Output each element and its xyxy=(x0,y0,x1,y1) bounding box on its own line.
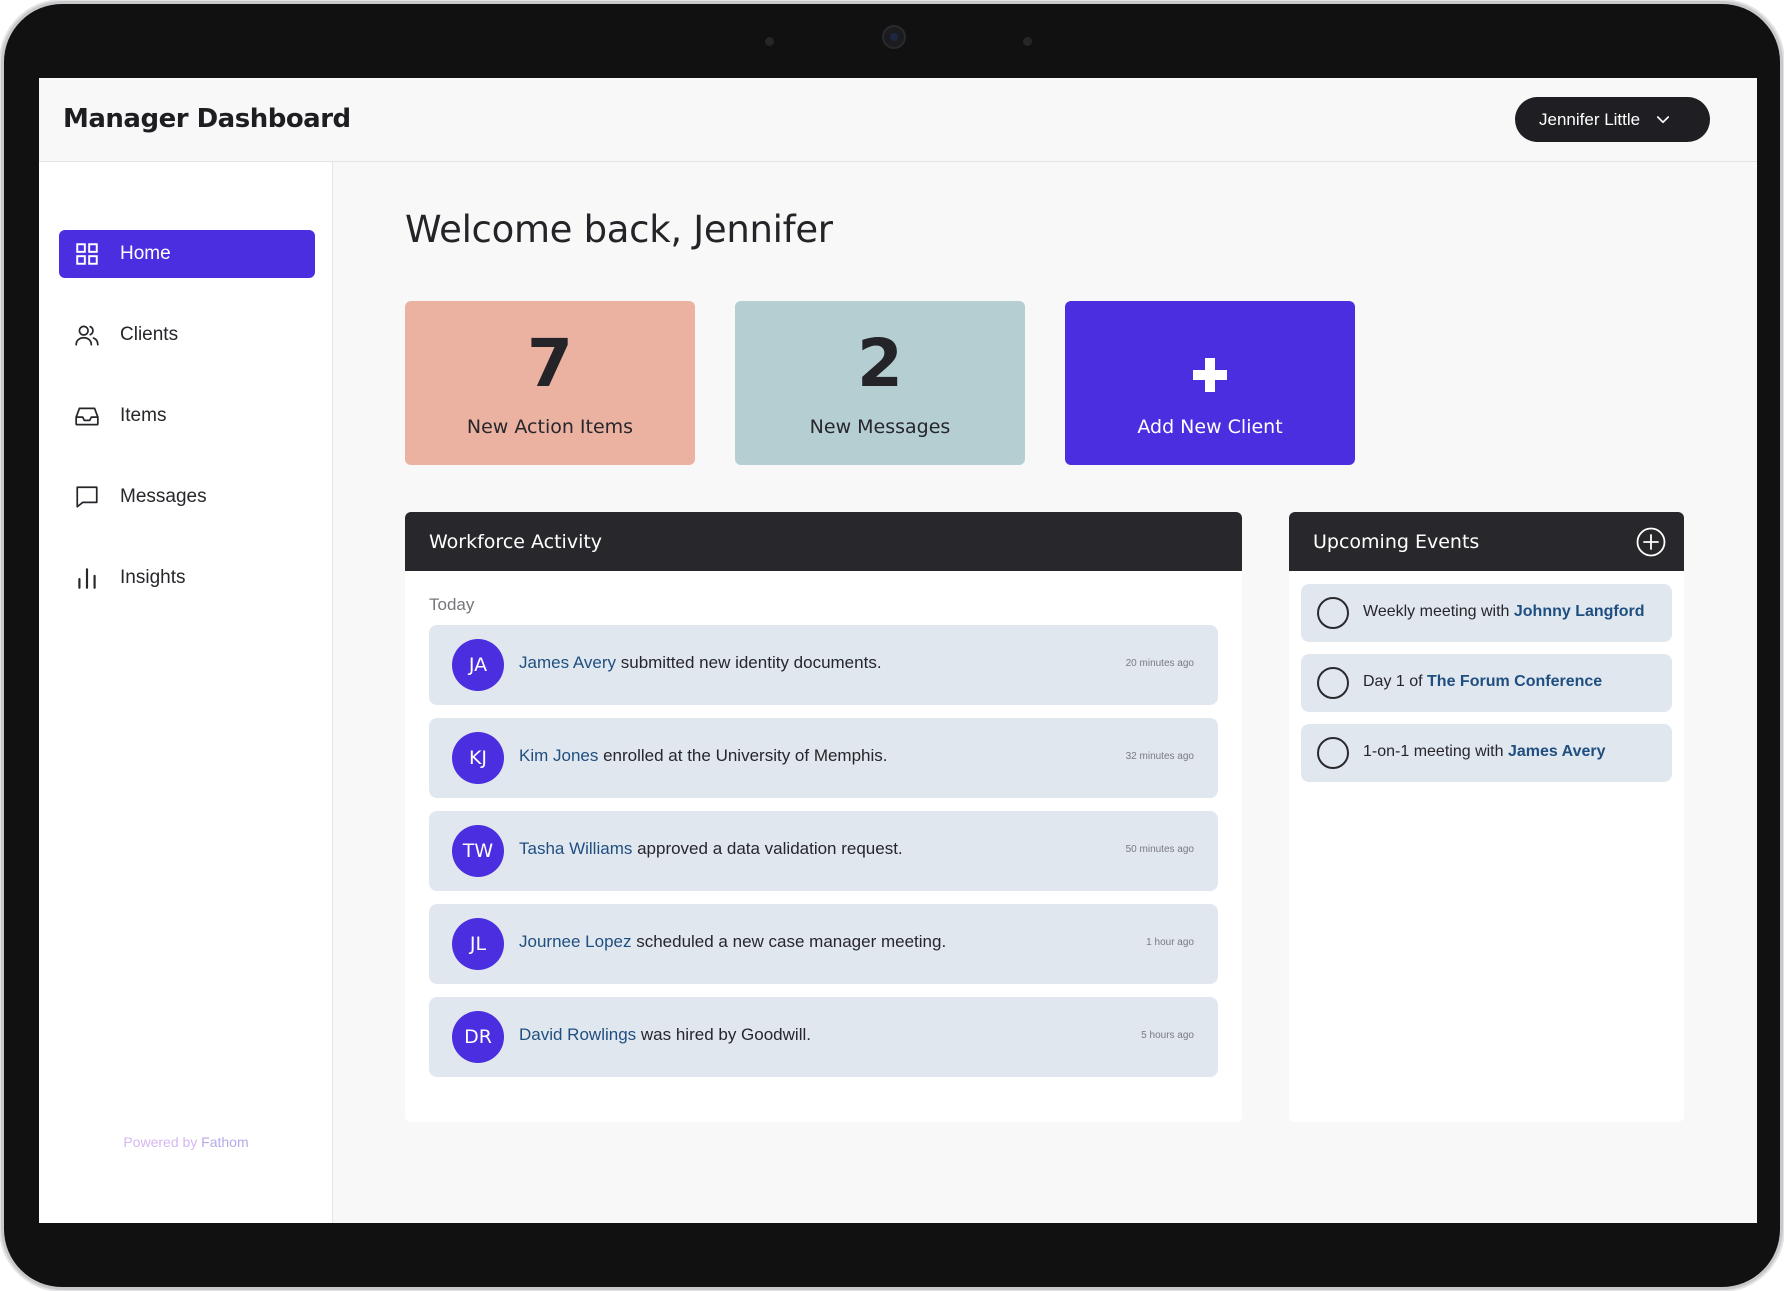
activity-description: submitted new identity documents. xyxy=(616,653,882,672)
activity-description: enrolled at the University of Memphis. xyxy=(598,746,888,765)
activity-text: David Rowlings was hired by Goodwill. xyxy=(519,1025,811,1045)
users-icon xyxy=(75,325,99,346)
activity-text: Kim Jones enrolled at the University of … xyxy=(519,746,888,766)
page-title: Welcome back, Jennifer xyxy=(405,208,833,251)
avatar: DR xyxy=(452,1011,504,1063)
grid-icon xyxy=(76,243,98,265)
user-menu-button[interactable]: Jennifer Little xyxy=(1515,97,1710,142)
tablet-frame: Manager Dashboard Jennifer Little Home C… xyxy=(4,4,1780,1287)
avatar: JA xyxy=(452,639,504,691)
event-prefix: Weekly meeting with xyxy=(1363,603,1514,620)
powered-prefix: Powered by xyxy=(123,1134,198,1150)
activity-description: approved a data validation request. xyxy=(632,839,903,858)
bar-chart-icon xyxy=(78,568,96,589)
event-item[interactable]: Day 1 of The Forum Conference xyxy=(1301,654,1672,712)
sidebar-item-label: Home xyxy=(120,243,171,264)
activity-text: James Avery submitted new identity docum… xyxy=(519,653,882,673)
sidebar-item-home[interactable]: Home xyxy=(59,230,315,278)
event-text: 1-on-1 meeting with James Avery xyxy=(1363,743,1606,761)
event-checkbox[interactable] xyxy=(1317,737,1349,769)
message-icon xyxy=(76,486,98,508)
avatar: KJ xyxy=(452,732,504,784)
event-checkbox[interactable] xyxy=(1317,667,1349,699)
sidebar-item-label: Items xyxy=(120,405,167,426)
user-name: Jennifer Little xyxy=(1539,109,1641,129)
activity-time: 1 hour ago xyxy=(1146,937,1194,948)
activity-time: 50 minutes ago xyxy=(1125,844,1194,855)
event-item[interactable]: Weekly meeting with Johnny Langford xyxy=(1301,584,1672,642)
event-highlight[interactable]: The Forum Conference xyxy=(1427,673,1602,690)
activity-time: 32 minutes ago xyxy=(1125,751,1194,762)
app-title: Manager Dashboard xyxy=(63,104,351,134)
inbox-icon xyxy=(75,407,99,426)
person-link[interactable]: Tasha Williams xyxy=(519,839,632,858)
event-item[interactable]: 1-on-1 meeting with James Avery xyxy=(1301,724,1672,782)
screen: Manager Dashboard Jennifer Little Home C… xyxy=(39,78,1757,1223)
plus-icon xyxy=(1065,345,1355,405)
activity-row[interactable]: DR David Rowlings was hired by Goodwill.… xyxy=(429,997,1218,1077)
sidebar: Home Clients Items Messages Insights Pow… xyxy=(39,162,333,1223)
panel-title: Upcoming Events xyxy=(1313,530,1480,553)
sidebar-item-clients[interactable]: Clients xyxy=(59,311,315,359)
sidebar-item-messages[interactable]: Messages xyxy=(59,473,315,521)
person-link[interactable]: Journee Lopez xyxy=(519,932,631,951)
sensor-dot xyxy=(1023,37,1032,46)
action-items-label: New Action Items xyxy=(466,416,634,438)
new-messages-label: New Messages xyxy=(809,416,951,438)
add-client-label: Add New Client xyxy=(1137,416,1283,438)
activity-text: Journee Lopez scheduled a new case manag… xyxy=(519,932,946,952)
upcoming-events-panel: Upcoming Events Weekly meeting with John… xyxy=(1289,512,1684,1122)
add-client-button[interactable]: Add New Client xyxy=(1065,301,1355,465)
action-items-count: 7 xyxy=(527,325,573,402)
event-prefix: Day 1 of xyxy=(1363,673,1428,690)
new-messages-card[interactable]: 2 New Messages xyxy=(735,301,1025,465)
sidebar-item-label: Messages xyxy=(120,486,207,507)
action-items-card[interactable]: 7 New Action Items xyxy=(405,301,695,465)
person-link[interactable]: David Rowlings xyxy=(519,1025,636,1044)
activity-row[interactable]: JA James Avery submitted new identity do… xyxy=(429,625,1218,705)
event-text: Weekly meeting with Johnny Langford xyxy=(1363,603,1645,621)
powered-brand[interactable]: Fathom xyxy=(201,1134,248,1150)
sidebar-item-label: Insights xyxy=(120,567,186,588)
panel-header: Upcoming Events xyxy=(1289,512,1684,571)
activity-row[interactable]: JL Journee Lopez scheduled a new case ma… xyxy=(429,904,1218,984)
person-link[interactable]: James Avery xyxy=(519,653,616,672)
sidebar-item-label: Clients xyxy=(120,324,179,345)
event-prefix: 1-on-1 meeting with xyxy=(1363,743,1508,760)
panel-header: Workforce Activity xyxy=(405,512,1242,571)
new-messages-count: 2 xyxy=(857,325,903,402)
camera-lens xyxy=(882,25,906,49)
avatar: JL xyxy=(452,918,504,970)
activity-text: Tasha Williams approved a data validatio… xyxy=(519,839,903,859)
event-highlight[interactable]: Johnny Langford xyxy=(1514,603,1645,620)
sidebar-item-insights[interactable]: Insights xyxy=(59,554,315,602)
event-checkbox[interactable] xyxy=(1317,597,1349,629)
top-bar: Manager Dashboard Jennifer Little xyxy=(39,78,1757,162)
powered-by: Powered by Fathom xyxy=(39,1134,333,1150)
activity-time: 5 hours ago xyxy=(1141,1030,1194,1041)
sensor-dot xyxy=(765,37,774,46)
person-link[interactable]: Kim Jones xyxy=(519,746,598,765)
activity-row[interactable]: KJ Kim Jones enrolled at the University … xyxy=(429,718,1218,798)
event-text: Day 1 of The Forum Conference xyxy=(1363,673,1602,691)
activity-row[interactable]: TW Tasha Williams approved a data valida… xyxy=(429,811,1218,891)
group-label: Today xyxy=(429,595,475,614)
chevron-down-icon xyxy=(1657,115,1670,123)
sidebar-item-items[interactable]: Items xyxy=(59,392,315,440)
plus-circle-icon[interactable] xyxy=(1636,527,1666,557)
workforce-activity-panel: Workforce Activity Today JA James Avery … xyxy=(405,512,1242,1122)
avatar: TW xyxy=(452,825,504,877)
activity-time: 20 minutes ago xyxy=(1125,658,1194,669)
activity-description: scheduled a new case manager meeting. xyxy=(631,932,947,951)
activity-description: was hired by Goodwill. xyxy=(636,1025,811,1044)
event-highlight[interactable]: James Avery xyxy=(1508,743,1606,760)
panel-title: Workforce Activity xyxy=(429,530,603,553)
